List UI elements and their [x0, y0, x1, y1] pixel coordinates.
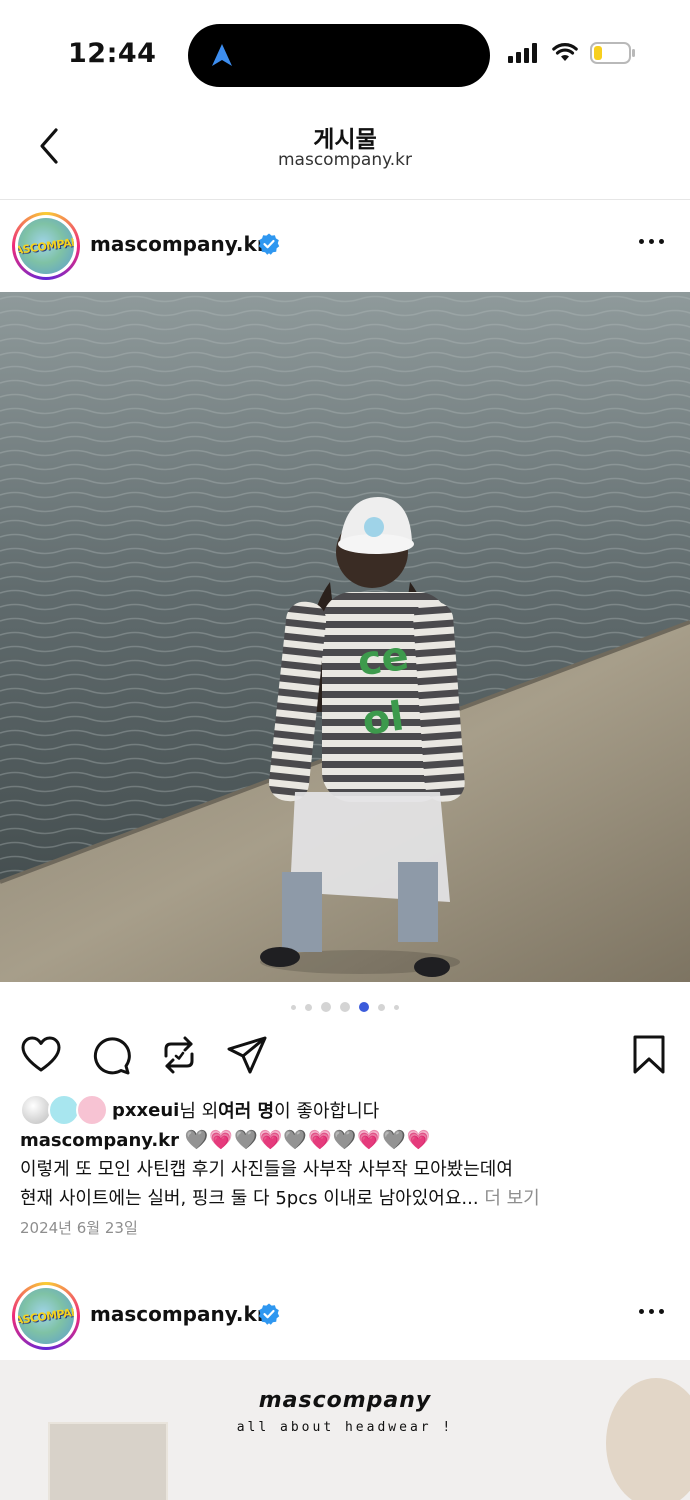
status-time: 12:44	[68, 38, 157, 69]
brand-tagline: all about headwear !	[236, 1420, 454, 1435]
avatar-logo: MASCOMPANY	[18, 1288, 74, 1344]
page-title: 게시물	[313, 127, 377, 153]
carousel-dot	[291, 1004, 296, 1010]
next-post-header: MASCOMPANY mascompany.kr	[0, 1270, 690, 1360]
post-options-button[interactable]	[637, 1303, 666, 1320]
post-header: MASCOMPANY mascompany.kr	[0, 200, 690, 290]
share-send-icon[interactable]	[226, 1034, 268, 1076]
page-subtitle[interactable]: mascompany.kr	[0, 150, 690, 170]
post-username[interactable]: mascompany.kr	[90, 232, 267, 256]
avatar[interactable]: MASCOMPANY	[12, 212, 80, 280]
brand-logo-text: mascompany	[258, 1388, 432, 1413]
carousel-dot-active	[359, 1002, 369, 1012]
likes-others[interactable]: 여러 명	[218, 1097, 274, 1123]
verified-badge-icon	[258, 1303, 280, 1325]
avatar-logo: MASCOMPANY	[18, 218, 74, 274]
comment-icon[interactable]	[90, 1034, 132, 1076]
svg-text:ce: ce	[355, 633, 412, 686]
post-options-button[interactable]	[637, 233, 666, 250]
page-header: 게시물 mascompany.kr	[0, 110, 690, 200]
post-username[interactable]: mascompany.kr	[90, 1302, 267, 1326]
navigation-arrow-icon	[212, 44, 232, 66]
liker-avatars	[20, 1094, 112, 1126]
avatar[interactable]: MASCOMPANY	[12, 1282, 80, 1350]
next-post-image[interactable]: mascompany all about headwear !	[0, 1360, 690, 1500]
bookmark-icon[interactable]	[628, 1034, 670, 1076]
svg-text:ol: ol	[360, 693, 407, 744]
likes-summary[interactable]: pxxeui 님 외 여러 명이 좋아합니다	[20, 1094, 379, 1126]
verified-badge-icon	[258, 233, 280, 255]
caption-emoji: 🩶💗🩶💗🩶💗🩶💗🩶💗	[184, 1129, 432, 1151]
post-photo-illustration: ce ol	[0, 292, 690, 982]
carousel-dot	[340, 1002, 350, 1012]
signal-icon	[508, 43, 537, 63]
wifi-icon	[552, 43, 578, 61]
post-caption: mascompany.kr 🩶💗🩶💗🩶💗🩶💗🩶💗 이렇게 또 모인 사틴캡 후기…	[20, 1126, 670, 1213]
battery-icon	[590, 42, 635, 64]
carousel-dot	[305, 1003, 312, 1011]
post-date: 2024년 6월 23일	[20, 1219, 138, 1237]
carousel-dot	[321, 1002, 331, 1012]
caption-username[interactable]: mascompany.kr	[20, 1130, 179, 1151]
post-image[interactable]: ce ol	[0, 292, 690, 982]
carousel-dot	[394, 1004, 399, 1010]
caption-line-2: 현재 사이트에는 실버, 핑크 둘 다 5pcs 이내로 남아있어요...	[20, 1188, 479, 1209]
carousel-indicator	[0, 1002, 690, 1012]
caption-more-link[interactable]: 더 보기	[484, 1188, 539, 1209]
repost-icon[interactable]	[158, 1034, 200, 1076]
status-bar: 12:44	[0, 0, 690, 110]
post-actions	[0, 1032, 690, 1078]
liker-username[interactable]: pxxeui	[112, 1100, 179, 1121]
liker-avatar	[76, 1094, 108, 1126]
likes-text-mid: 님 외	[179, 1101, 219, 1122]
like-heart-icon[interactable]	[20, 1034, 62, 1076]
likes-text-end: 이 좋아합니다	[274, 1101, 380, 1122]
system-icons	[508, 42, 636, 64]
caption-line-1: 이렇게 또 모인 사틴캡 후기 사진들을 사부작 사부작 모아봤는데여	[20, 1159, 513, 1180]
carousel-dot	[378, 1003, 385, 1011]
